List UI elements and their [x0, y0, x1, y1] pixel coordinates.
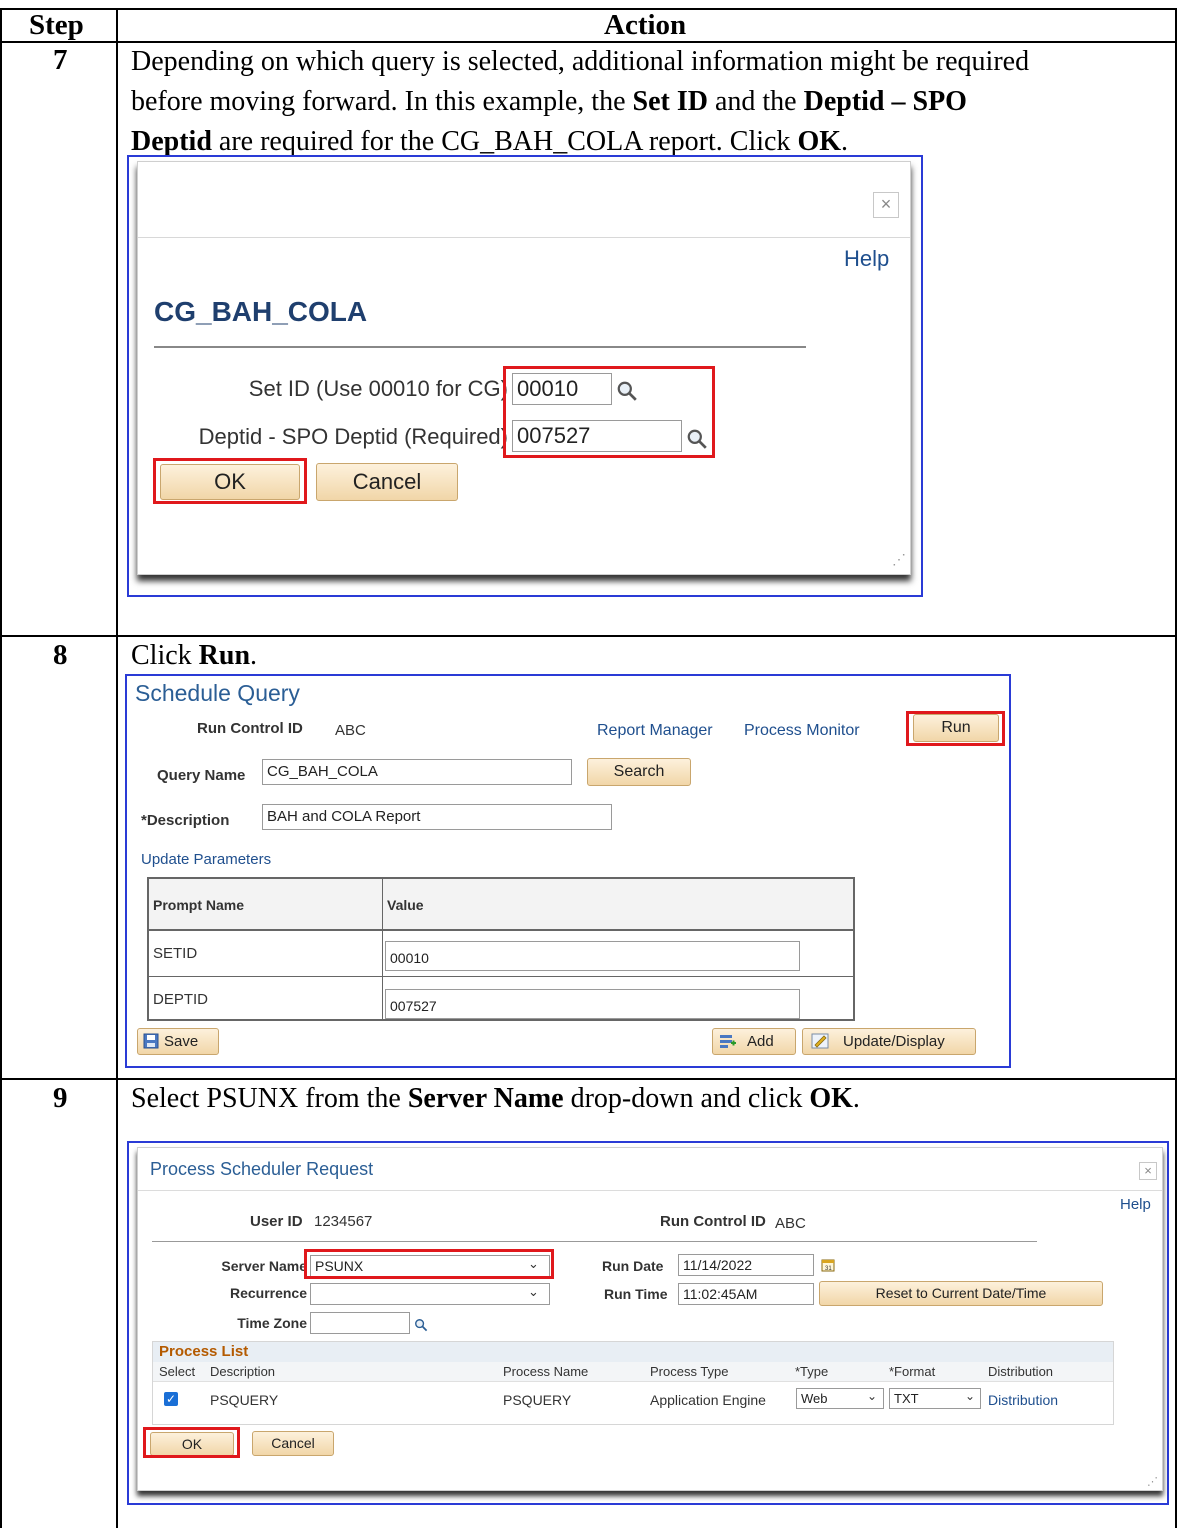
chevron-down-icon[interactable]: ⌄: [965, 1389, 975, 1403]
col-type: *Type: [795, 1364, 829, 1379]
search-button[interactable]: Search: [587, 758, 691, 786]
run-time-input[interactable]: 11:02:45AM: [678, 1283, 814, 1305]
col-distribution: Distribution: [988, 1364, 1054, 1379]
row-process-name: PSQUERY: [503, 1392, 572, 1408]
step-number-7: 7: [53, 44, 68, 76]
query-name-label: Query Name: [157, 767, 246, 784]
help-link[interactable]: Help: [1120, 1196, 1151, 1213]
close-icon[interactable]: ×: [873, 192, 899, 218]
distribution-link[interactable]: Distribution: [988, 1392, 1058, 1408]
process-list-grid: Process List Select Description Process …: [152, 1341, 1114, 1425]
user-id-label: User ID: [250, 1213, 303, 1230]
resize-grip-icon[interactable]: ⋰: [1147, 1475, 1158, 1488]
title-underline: [154, 346, 806, 348]
update-display-icon: [811, 1033, 829, 1049]
time-zone-input[interactable]: [310, 1312, 410, 1334]
process-monitor-link[interactable]: Process Monitor: [744, 722, 860, 740]
step-number-9: 9: [53, 1082, 68, 1114]
grid-header: [149, 879, 853, 931]
step9-instruction: Select PSUNX from the Server Name drop-d…: [131, 1083, 860, 1114]
run-control-value: ABC: [775, 1215, 806, 1232]
schedule-query-title: Schedule Query: [135, 680, 300, 706]
header-action: Action: [604, 9, 687, 41]
time-zone-lookup-icon[interactable]: [414, 1318, 428, 1332]
step8-instruction: Click Run.: [131, 640, 258, 671]
highlight-ok-button: [143, 1427, 240, 1458]
highlight-ok-button: [153, 458, 307, 504]
run-date-input[interactable]: 11/14/2022: [678, 1254, 814, 1276]
dialog-title: Process Scheduler Request: [150, 1159, 374, 1179]
step7-line2: before moving forward. In this example, …: [131, 86, 967, 117]
update-parameters-link[interactable]: Update Parameters: [141, 851, 271, 868]
deptid-label: Deptid - SPO Deptid (Required): [198, 424, 508, 449]
highlight-prompt-fields: [503, 366, 715, 458]
process-scheduler-screenshot: Process Scheduler Request × Help User ID…: [127, 1141, 1169, 1505]
calendar-icon[interactable]: 31: [821, 1258, 835, 1272]
col-select: Select: [159, 1364, 196, 1379]
run-control-value: ABC: [335, 722, 366, 739]
step-number-8: 8: [53, 639, 68, 671]
run-control-label: Run Control ID: [660, 1213, 766, 1230]
param-row-value-input[interactable]: 00010: [385, 941, 800, 971]
grid-row-divider: [149, 976, 853, 977]
prompt-dialog-screenshot: × Help CG_BAH_COLA Set ID (Use 00010 for…: [127, 155, 923, 597]
schedule-query-screenshot: Schedule Query Run Control ID ABC Report…: [125, 674, 1011, 1068]
run-time-label: Run Time: [604, 1286, 668, 1302]
process-scheduler-dialog: Process Scheduler Request × Help User ID…: [137, 1147, 1163, 1491]
server-name-label: Server Name: [221, 1258, 307, 1274]
add-row-icon: [720, 1035, 736, 1048]
param-row-prompt: SETID: [153, 945, 198, 962]
parameters-grid: Prompt Name Value SETID 00010 DEPTID 007…: [147, 877, 855, 1021]
highlight-server-name: [304, 1249, 554, 1279]
close-icon[interactable]: ×: [1139, 1162, 1157, 1180]
process-list-title: Process List: [159, 1343, 249, 1360]
cancel-button[interactable]: Cancel: [316, 463, 458, 501]
prompt-dialog: × Help CG_BAH_COLA Set ID (Use 00010 for…: [137, 161, 911, 575]
col-process-name: Process Name: [503, 1364, 589, 1379]
description-input[interactable]: BAH and COLA Report: [262, 804, 612, 830]
grid-col-divider: [382, 879, 383, 1019]
chevron-down-icon[interactable]: ⌄: [528, 1284, 539, 1300]
col-description: Description: [210, 1364, 276, 1379]
param-row-value-input[interactable]: 007527: [385, 989, 800, 1019]
svg-text:31: 31: [825, 1266, 832, 1272]
run-control-label: Run Control ID: [197, 720, 303, 737]
col-process-type: Process Type: [650, 1364, 729, 1379]
select-checkbox[interactable]: ✓: [164, 1392, 178, 1406]
col-value: Value: [387, 897, 424, 913]
row-process-type: Application Engine: [650, 1392, 766, 1408]
time-zone-label: Time Zone: [237, 1315, 307, 1331]
step7-line1: Depending on which query is selected, ad…: [131, 46, 1030, 77]
header-separator: [152, 1241, 1037, 1242]
description-label: *Description: [141, 812, 230, 829]
col-format: *Format: [889, 1364, 936, 1379]
recurrence-label: Recurrence: [229, 1285, 307, 1301]
save-icon: [143, 1033, 159, 1049]
highlight-run-button: [906, 711, 1005, 746]
chevron-down-icon[interactable]: ⌄: [867, 1389, 877, 1403]
process-list-header: [153, 1342, 1113, 1362]
header-step: Step: [29, 9, 84, 41]
resize-grip-icon[interactable]: ⋰: [892, 551, 906, 568]
user-id-value: 1234567: [314, 1213, 373, 1230]
row-description: PSQUERY: [210, 1392, 279, 1408]
step7-instruction: Depending on which query is selected, ad…: [131, 42, 1029, 162]
run-date-label: Run Date: [602, 1258, 664, 1274]
table-top-border: [0, 8, 1177, 10]
reset-date-time-button[interactable]: Reset to Current Date/Time: [819, 1281, 1103, 1306]
column-divider: [116, 8, 118, 1528]
param-row-prompt: DEPTID: [153, 991, 209, 1008]
table-left-border: [0, 8, 2, 1528]
query-name-input[interactable]: CG_BAH_COLA: [262, 759, 572, 785]
help-link[interactable]: Help: [844, 246, 889, 272]
recurrence-select[interactable]: [310, 1283, 550, 1305]
process-list-col-header: [153, 1362, 1113, 1382]
prompt-dialog-titlebar: [138, 162, 910, 238]
report-manager-link[interactable]: Report Manager: [597, 722, 713, 740]
prompt-dialog-title: CG_BAH_COLA: [154, 296, 368, 327]
cancel-button[interactable]: Cancel: [252, 1431, 334, 1456]
col-prompt-name: Prompt Name: [153, 897, 245, 913]
setid-label: Set ID (Use 00010 for CG): [248, 376, 508, 401]
